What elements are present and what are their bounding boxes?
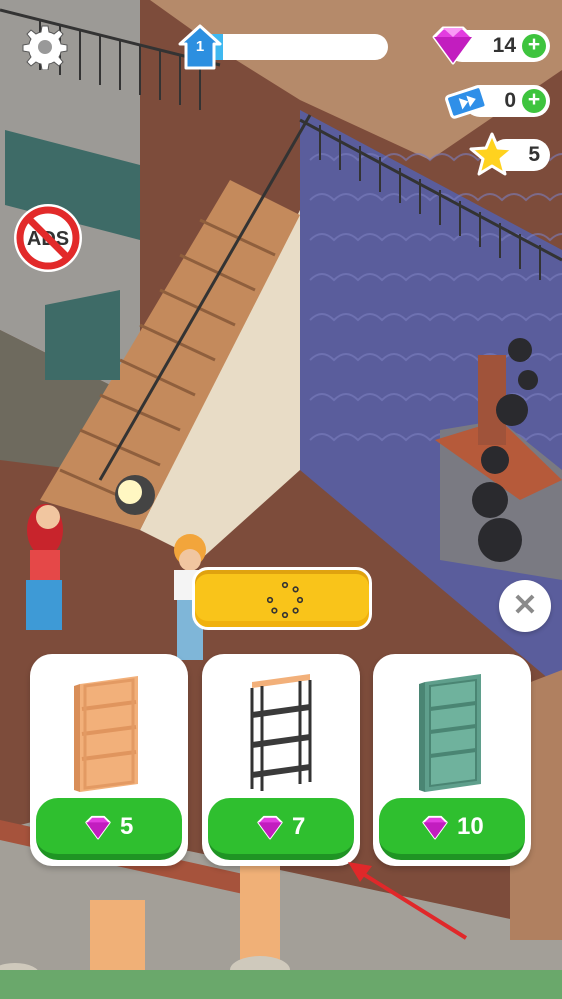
tickets-value: 0 [504,89,516,112]
shop-item-card[interactable]: 5 [30,654,188,866]
gems-counter: 14 + [432,26,550,65]
stars-value: 5 [528,143,540,166]
no-ads-icon: ADS [14,204,82,272]
no-ads-button[interactable]: ADS [10,201,86,275]
close-icon: ✕ [512,589,538,622]
close-button[interactable]: ✕ [499,580,551,632]
tutorial-arrow-icon [348,862,468,940]
star-icon [469,132,515,176]
buy-button[interactable]: 7 [208,798,354,860]
ticket-icon [445,85,488,119]
loading-button[interactable] [192,567,372,630]
stars-counter: 5 [469,132,550,176]
buy-button[interactable]: 5 [36,798,182,860]
item-price: 7 [292,813,306,840]
gear-icon [22,25,68,71]
gem-icon [85,815,111,840]
level-progress: 1 [178,24,390,70]
add-gems-button[interactable]: + [522,34,546,58]
add-tickets-button[interactable]: + [522,89,546,113]
metal-shelf-rack-image [250,674,312,791]
teal-bookcase-image [419,674,481,792]
shop-item-card[interactable]: 7 [202,654,360,866]
wooden-bookshelf-image [74,676,138,792]
gem-icon [422,815,448,840]
settings-button[interactable] [22,24,68,71]
gems-value: 14 [492,34,516,57]
item-price: 5 [120,813,134,840]
gem-icon [257,815,283,840]
shop-item-card[interactable]: 10 [373,654,531,866]
item-price: 10 [457,813,484,840]
loading-spinner-icon [267,582,303,618]
gem-icon [432,26,474,65]
level-progress-bar [200,34,388,60]
level-number: 1 [195,38,205,55]
tickets-counter: 0 + [445,85,550,119]
